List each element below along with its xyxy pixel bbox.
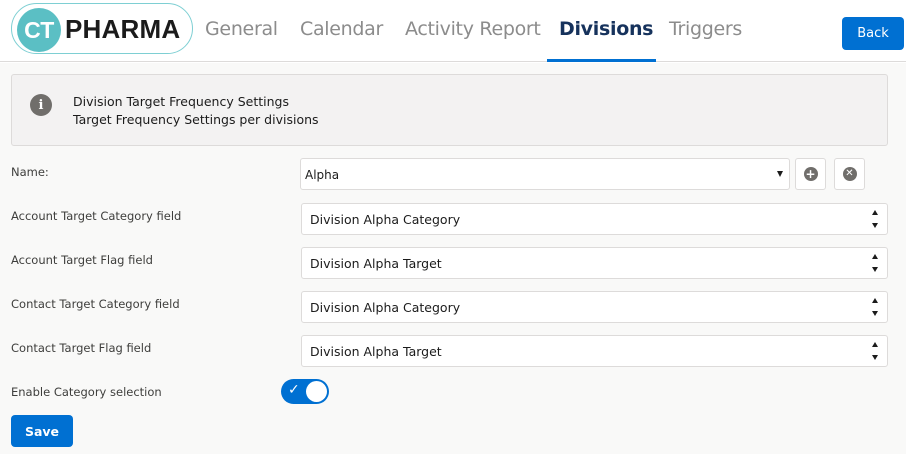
contact-target-category-select[interactable]: Division Alpha Category	[301, 291, 888, 323]
logo-name: PHARMA	[65, 14, 181, 44]
contact-target-category-label: Contact Target Category field	[11, 297, 180, 311]
add-icon: +	[803, 167, 818, 181]
account-target-flag-select[interactable]: Division Alpha Target	[301, 247, 888, 279]
remove-icon: ✕	[842, 167, 857, 181]
checkmark-icon: ✓	[288, 382, 300, 398]
ct-pharma-logo: CT PHARMA	[11, 3, 193, 54]
tab-calendar[interactable]: Calendar	[300, 18, 383, 40]
name-select[interactable]: Alpha	[300, 158, 790, 190]
tab-triggers[interactable]: Triggers	[669, 18, 742, 40]
remove-division-button[interactable]: ✕	[834, 158, 865, 190]
save-button[interactable]: Save	[11, 415, 73, 447]
name-select-value: Alpha	[305, 168, 340, 182]
up-down-arrows-icon	[871, 210, 879, 228]
tab-general[interactable]: General	[205, 18, 278, 40]
tab-activity-report[interactable]: Activity Report	[405, 18, 541, 40]
info-subtitle: Target Frequency Settings per divisions	[73, 112, 319, 127]
contact-target-flag-label: Contact Target Flag field	[11, 341, 152, 355]
account-target-category-select[interactable]: Division Alpha Category	[301, 203, 888, 235]
info-icon: i	[30, 94, 52, 116]
contact-target-category-value: Division Alpha Category	[310, 300, 461, 315]
info-title: Division Target Frequency Settings	[73, 94, 289, 109]
divisions-settings-panel: i Division Target Frequency Settings Tar…	[0, 63, 906, 454]
account-target-category-value: Division Alpha Category	[310, 212, 461, 227]
up-down-arrows-icon	[871, 342, 879, 360]
up-down-arrows-icon	[871, 298, 879, 316]
chevron-down-icon	[777, 171, 783, 177]
logo-badge: CT	[17, 8, 61, 52]
account-target-category-label: Account Target Category field	[11, 209, 182, 223]
top-nav-bar: CT PHARMA General Calendar Activity Repo…	[0, 0, 906, 62]
up-down-arrows-icon	[871, 254, 879, 272]
account-target-flag-value: Division Alpha Target	[310, 256, 442, 271]
enable-category-label: Enable Category selection	[11, 385, 162, 399]
tab-divisions[interactable]: Divisions	[559, 18, 654, 40]
account-target-flag-label: Account Target Flag field	[11, 253, 153, 267]
contact-target-flag-value: Division Alpha Target	[310, 344, 442, 359]
contact-target-flag-select[interactable]: Division Alpha Target	[301, 335, 888, 367]
enable-category-toggle[interactable]: ✓	[281, 379, 329, 404]
add-division-button[interactable]: +	[795, 158, 826, 190]
toggle-knob	[306, 381, 327, 402]
name-label: Name:	[11, 165, 49, 179]
active-tab-indicator	[547, 59, 656, 62]
info-banner: i Division Target Frequency Settings Tar…	[11, 74, 888, 146]
back-button[interactable]: Back	[842, 17, 904, 50]
